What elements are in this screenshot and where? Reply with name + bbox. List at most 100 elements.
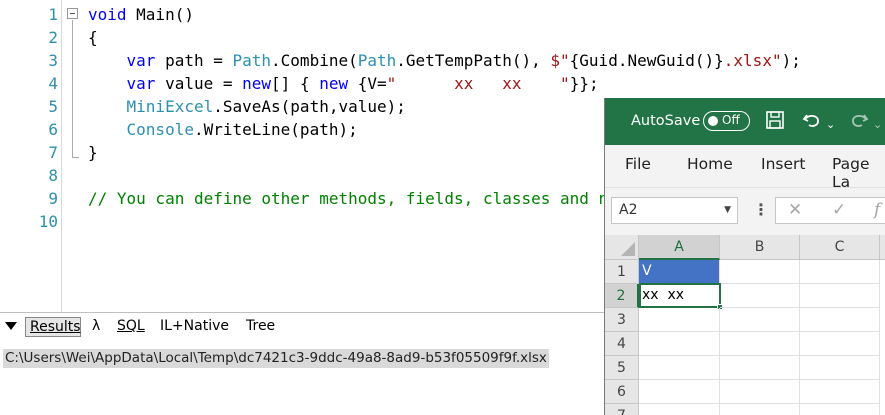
cell-a2[interactable]: xx xx xyxy=(639,283,721,308)
code-token: $" xyxy=(550,51,570,70)
cell-a1[interactable]: V xyxy=(639,260,720,284)
excel-window: AutoSave Off ⌄ ⌄ File Home Insert Page L… xyxy=(604,98,885,415)
more-options-icon[interactable]: ⋮ xyxy=(753,200,769,219)
grid-cell[interactable] xyxy=(720,404,800,415)
code-token: " xx xx " xyxy=(386,74,570,93)
cancel-icon[interactable]: ✕ xyxy=(788,200,802,220)
row-header[interactable]: 6 xyxy=(605,380,639,404)
code-token: Console xyxy=(126,120,194,139)
code-token: .Combine( xyxy=(271,51,358,70)
grid-cell[interactable] xyxy=(800,332,880,356)
grid-cell[interactable] xyxy=(800,380,880,404)
line-number: 10 xyxy=(38,212,58,231)
cell-c1[interactable] xyxy=(800,260,880,284)
collapse-toggle-icon[interactable] xyxy=(67,8,78,19)
grid-cell[interactable] xyxy=(720,308,800,332)
code-token: new xyxy=(319,74,349,93)
code-token: .xlsx" xyxy=(723,51,782,70)
row-header[interactable]: 3 xyxy=(605,308,639,332)
fold-guide xyxy=(72,20,73,157)
tab-il-native[interactable]: IL+Native xyxy=(160,317,229,337)
code-line[interactable]: var value = new[] { new {V=" xx xx "}}; xyxy=(88,72,599,95)
code-line[interactable]: { xyxy=(88,26,98,49)
tab-insert[interactable]: Insert xyxy=(761,155,805,173)
grid-cell[interactable] xyxy=(639,308,720,332)
collapse-results-icon[interactable] xyxy=(5,322,17,330)
undo-icon[interactable] xyxy=(801,110,823,134)
autosave-toggle[interactable]: Off xyxy=(703,111,750,131)
row-header[interactable]: 2 xyxy=(605,284,639,308)
grid-cell[interactable] xyxy=(720,380,800,404)
code-token: var xyxy=(126,51,156,70)
tab-lambda[interactable]: λ xyxy=(92,317,100,337)
row-header[interactable]: 1 xyxy=(605,260,639,284)
code-token: }}; xyxy=(569,74,599,93)
code-line[interactable]: MiniExcel.SaveAs(path,value); xyxy=(88,95,406,118)
code-token: Main() xyxy=(126,5,194,24)
grid-cell[interactable] xyxy=(639,380,720,404)
tab-results[interactable]: Results xyxy=(25,317,81,337)
column-header-b[interactable]: B xyxy=(720,235,800,260)
code-token: {V= xyxy=(348,74,387,93)
cell-b1[interactable] xyxy=(720,260,800,284)
row-header[interactable]: 7 xyxy=(605,404,639,415)
undo-dropdown-icon[interactable]: ⌄ xyxy=(826,114,835,136)
name-box[interactable]: A2 ▼ xyxy=(611,197,738,224)
line-number: 9 xyxy=(48,189,58,208)
tab-sql[interactable]: SQL xyxy=(117,317,145,337)
line-number: 4 xyxy=(48,74,58,93)
output-file-path[interactable]: C:\Users\Wei\AppData\Local\Temp\dc7421c3… xyxy=(3,349,549,368)
code-line[interactable]: Console.WriteLine(path); xyxy=(88,118,358,141)
grid-cell[interactable] xyxy=(800,404,880,415)
line-number: 2 xyxy=(48,28,58,47)
row-header[interactable]: 4 xyxy=(605,332,639,356)
grid-cell[interactable] xyxy=(639,356,720,380)
code-token: new xyxy=(242,74,272,93)
redo-icon[interactable] xyxy=(848,110,870,134)
line-number: 1 xyxy=(48,5,58,24)
grid-cell[interactable] xyxy=(800,308,880,332)
code-line[interactable]: var path = Path.Combine(Path.GetTempPath… xyxy=(88,49,801,72)
code-line[interactable]: void Main() xyxy=(88,3,194,26)
spreadsheet-grid[interactable]: A B C 1234567 V xx xx xyxy=(605,235,885,415)
row-header[interactable]: 5 xyxy=(605,356,639,380)
save-icon[interactable] xyxy=(765,110,785,134)
line-number: 8 xyxy=(48,166,58,185)
tab-tree[interactable]: Tree xyxy=(246,317,275,337)
insert-function-icon[interactable]: f xyxy=(874,200,880,220)
grid-cell[interactable] xyxy=(800,356,880,380)
code-token: {Guid.NewGuid()} xyxy=(569,51,724,70)
tab-page-layout[interactable]: Page La xyxy=(832,155,885,191)
select-all-icon[interactable] xyxy=(605,235,639,260)
autosave-state: Off xyxy=(722,113,740,127)
code-token: Path xyxy=(232,51,272,70)
line-number: 7 xyxy=(48,143,58,162)
name-box-dropdown-icon[interactable]: ▼ xyxy=(724,198,731,223)
ribbon-tabs: File Home Insert Page La xyxy=(605,145,885,191)
toggle-knob xyxy=(708,115,718,126)
line-number: 5 xyxy=(48,97,58,116)
column-header-c[interactable]: C xyxy=(800,235,880,260)
column-header-a[interactable]: A xyxy=(639,235,720,260)
code-token: .SaveAs(path,value); xyxy=(213,97,406,116)
grid-cell[interactable] xyxy=(639,332,720,356)
grid-cell[interactable] xyxy=(720,332,800,356)
code-token: .GetTempPath(), xyxy=(396,51,551,70)
code-line[interactable]: } xyxy=(88,141,98,164)
name-box-value: A2 xyxy=(619,202,638,218)
grid-cell[interactable] xyxy=(639,404,720,415)
tab-file[interactable]: File xyxy=(625,155,651,173)
code-token: { xyxy=(88,28,98,47)
code-token: [] { xyxy=(271,74,320,93)
cell-b2[interactable] xyxy=(720,284,800,308)
tab-home[interactable]: Home xyxy=(687,155,733,173)
cell-c2[interactable] xyxy=(800,284,880,308)
redo-dropdown-icon[interactable]: ⌄ xyxy=(873,114,882,136)
code-token: value = xyxy=(155,74,243,93)
grid-cell[interactable] xyxy=(720,356,800,380)
code-token: MiniExcel xyxy=(126,97,214,116)
enter-icon[interactable]: ✓ xyxy=(832,200,846,220)
